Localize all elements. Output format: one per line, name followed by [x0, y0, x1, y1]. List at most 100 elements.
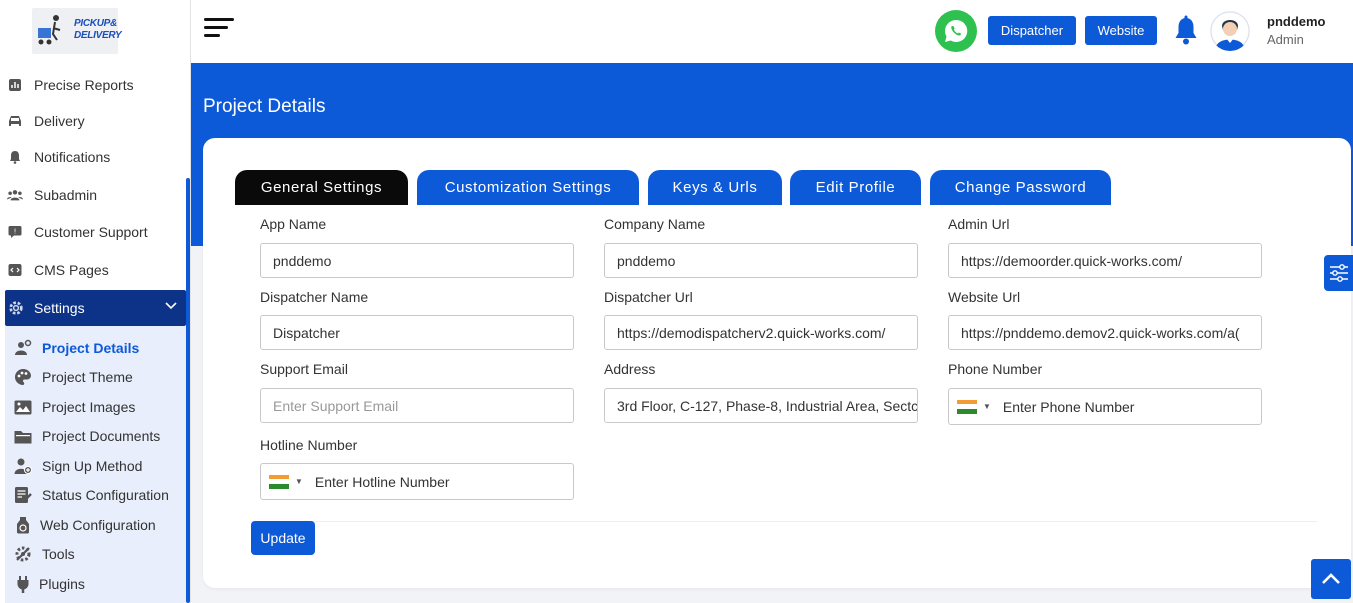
sidebar-item-notifications[interactable]: Notifications [0, 141, 186, 173]
sidebar-item-subadmin[interactable]: Subadmin [0, 179, 186, 211]
chevron-down-icon [165, 302, 177, 310]
folder-icon [14, 427, 32, 445]
delivery-cart-icon [38, 15, 61, 45]
chevron-up-icon [1322, 573, 1340, 584]
support-email-field[interactable]: Enter Support Email [260, 388, 574, 423]
plug-icon [14, 575, 32, 593]
logo-text-line1: PICKUP& [74, 18, 117, 29]
sidebar-scrollbar[interactable] [186, 178, 190, 603]
whatsapp-icon[interactable] [935, 10, 977, 52]
code-icon [7, 262, 23, 278]
project-details-icon [14, 339, 32, 357]
tab-edit-profile[interactable]: Edit Profile [790, 170, 921, 205]
website-url-label: Website Url [948, 289, 1021, 305]
sidebar-item-label: Project Details [42, 340, 140, 356]
sidebar-item-tools[interactable]: Tools [5, 540, 186, 568]
signup-icon [14, 457, 32, 475]
sidebar-item-status-configuration[interactable]: Status Configuration [5, 481, 186, 509]
sidebar-item-label: Subadmin [34, 187, 98, 203]
form-divider [251, 521, 1317, 522]
sidebar-item-project-images[interactable]: Project Images [5, 393, 186, 421]
tab-general-settings[interactable]: General Settings [235, 170, 408, 205]
chat-icon: ! [7, 224, 23, 240]
sidebar-item-label: Status Configuration [42, 487, 169, 503]
tab-change-password[interactable]: Change Password [930, 170, 1111, 205]
sidebar-item-label: Delivery [34, 113, 85, 129]
tools-icon [14, 545, 32, 563]
app-name-field[interactable]: pnddemo [260, 243, 574, 278]
menu-toggle-icon[interactable] [204, 18, 234, 42]
car-icon [7, 113, 23, 129]
dispatcher-name-field[interactable]: Dispatcher [260, 315, 574, 350]
sidebar: PICKUP& DELIVERY Precise Reports Deliver… [0, 0, 191, 603]
admin-url-field[interactable]: https://demoorder.quick-works.com/ [948, 243, 1262, 278]
company-name-label: Company Name [604, 216, 706, 232]
sidebar-item-customer-support[interactable]: ! Customer Support [0, 216, 186, 248]
admin-url-label: Admin Url [948, 216, 1010, 232]
user-name: pnddemo [1267, 14, 1326, 29]
sidebar-item-delivery[interactable]: Delivery [0, 105, 186, 137]
dispatcher-name-label: Dispatcher Name [260, 289, 369, 305]
phone-number-placeholder: Enter Phone Number [1002, 398, 1135, 415]
sidebar-item-plugins[interactable]: Plugins [5, 570, 186, 598]
report-icon [7, 77, 23, 93]
avatar[interactable] [1210, 11, 1250, 51]
address-label: Address [604, 361, 656, 377]
sidebar-item-label: Tools [42, 546, 75, 562]
tab-customization-settings[interactable]: Customization Settings [417, 170, 639, 205]
sidebar-item-label: Project Images [42, 399, 136, 415]
top-header: Dispatcher Website pnddemo Admin [191, 0, 1353, 63]
sidebar-item-label: Project Theme [42, 369, 133, 385]
app-logo[interactable]: PICKUP& DELIVERY [32, 8, 122, 54]
sidebar-item-label: Customer Support [34, 224, 148, 240]
dispatcher-button[interactable]: Dispatcher [988, 16, 1076, 45]
web-config-icon [14, 516, 32, 534]
india-flag-icon[interactable] [957, 399, 977, 414]
caret-down-icon[interactable]: ▼ [983, 402, 991, 411]
sidebar-item-label: Precise Reports [34, 77, 134, 93]
hotline-number-label: Hotline Number [260, 437, 358, 453]
dispatcher-url-field[interactable]: https://demodispatcherv2.quick-works.com… [604, 315, 918, 350]
page-title: Project Details [203, 96, 326, 117]
tab-keys-urls[interactable]: Keys & Urls [648, 170, 782, 205]
website-button[interactable]: Website [1085, 16, 1157, 45]
status-icon [14, 486, 32, 504]
sidebar-item-label: Notifications [34, 149, 111, 165]
support-email-label: Support Email [260, 361, 348, 377]
bell-icon [7, 149, 23, 165]
dispatcher-url-label: Dispatcher Url [604, 289, 693, 305]
phone-number-field[interactable]: ▼ Enter Phone Number [948, 388, 1262, 425]
sidebar-item-label: Sign Up Method [42, 458, 143, 474]
logo-text-line2: DELIVERY [74, 30, 122, 41]
update-button[interactable]: Update [251, 521, 315, 555]
sidebar-item-settings[interactable]: Settings [5, 290, 186, 326]
website-url-field[interactable]: https://pnddemo.demov2.quick-works.com/a… [948, 315, 1262, 350]
sidebar-item-label: Project Documents [42, 428, 161, 444]
user-role: Admin [1267, 32, 1304, 47]
phone-number-label: Phone Number [948, 361, 1043, 377]
notification-bell-icon[interactable] [1171, 15, 1201, 47]
address-field[interactable]: 3rd Floor, C-127, Phase-8, Industrial Ar… [604, 388, 918, 423]
sidebar-item-label: Plugins [39, 576, 85, 592]
sidebar-item-precise-reports[interactable]: Precise Reports [0, 69, 186, 101]
caret-down-icon[interactable]: ▼ [295, 477, 303, 486]
project-details-card: General Settings Customization Settings … [203, 138, 1351, 588]
users-icon [7, 187, 23, 203]
sidebar-item-cms-pages[interactable]: CMS Pages [0, 254, 186, 286]
settings-sliders-icon[interactable] [1324, 255, 1353, 291]
settings-submenu: Project Details Project Theme Project Im… [5, 326, 186, 603]
palette-icon [14, 368, 32, 386]
sidebar-item-project-theme[interactable]: Project Theme [5, 363, 186, 391]
india-flag-icon[interactable] [269, 474, 289, 489]
sidebar-item-project-details[interactable]: Project Details [5, 334, 186, 362]
sidebar-item-project-documents[interactable]: Project Documents [5, 422, 186, 450]
sidebar-item-label: Web Configuration [40, 517, 156, 533]
sidebar-item-sign-up-method[interactable]: Sign Up Method [5, 452, 186, 480]
sidebar-item-web-configuration[interactable]: Web Configuration [5, 511, 186, 539]
app-name-label: App Name [260, 216, 327, 232]
image-icon [14, 398, 32, 416]
svg-text:!: ! [14, 228, 17, 236]
company-name-field[interactable]: pnddemo [604, 243, 918, 278]
scroll-to-top-button[interactable] [1311, 559, 1351, 599]
hotline-number-field[interactable]: ▼ Enter Hotline Number [260, 463, 574, 500]
